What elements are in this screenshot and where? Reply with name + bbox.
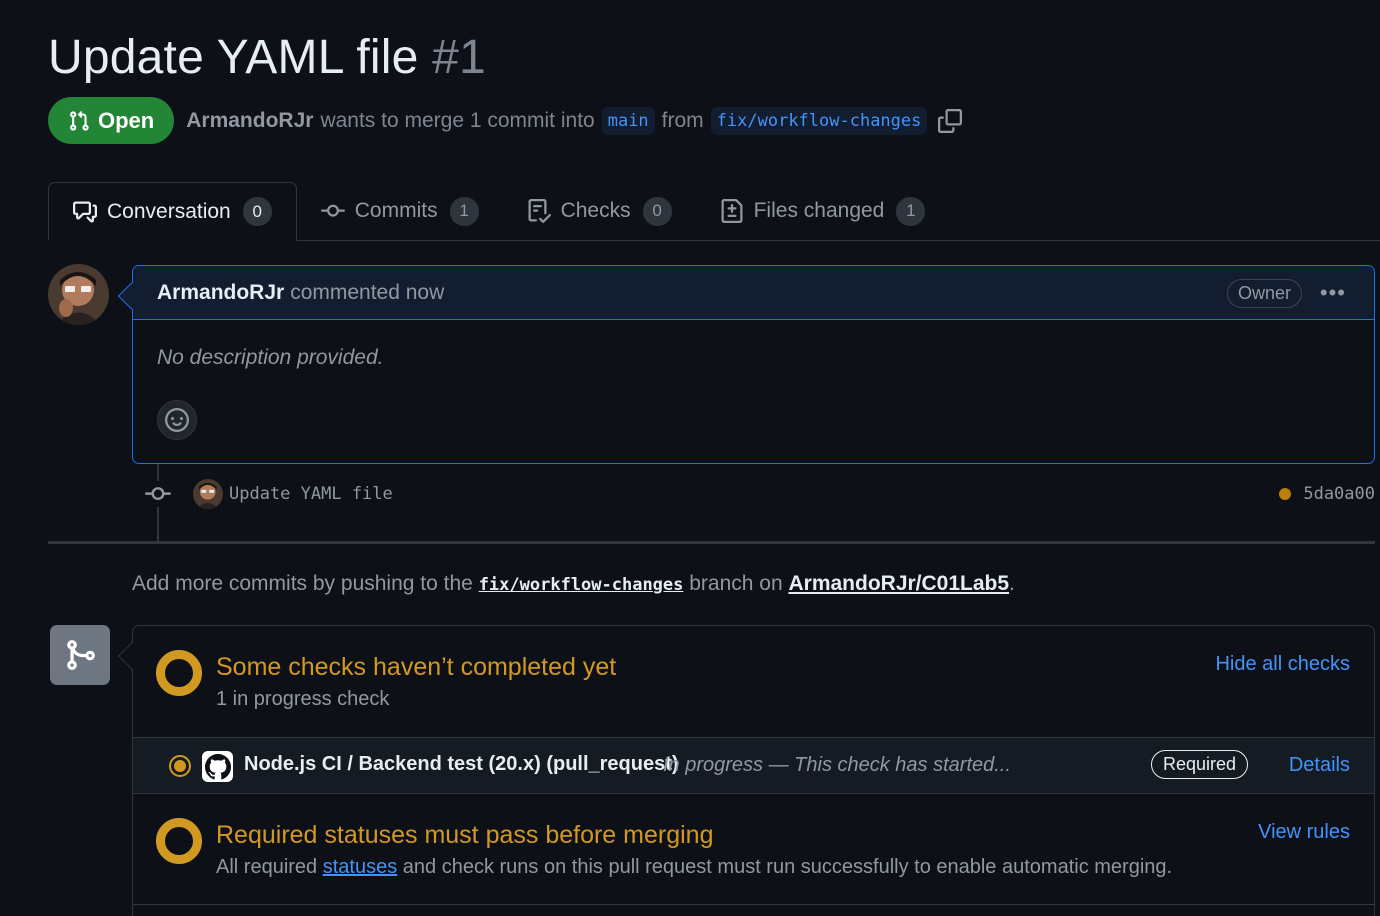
kebab-menu-icon[interactable]: ••• — [1320, 280, 1346, 306]
tab-commits[interactable]: Commits 1 — [297, 182, 503, 240]
pending-ring-icon — [156, 818, 202, 864]
tab-conversation[interactable]: Conversation 0 — [48, 182, 297, 241]
file-diff-icon — [721, 199, 743, 223]
push-hint: Add more commits by pushing to the fix/w… — [132, 572, 1015, 596]
tab-files-changed[interactable]: Files changed 1 — [696, 182, 950, 240]
check-details-link[interactable]: Details — [1289, 754, 1350, 777]
git-merge-icon — [67, 640, 95, 670]
tab-label: Checks — [560, 199, 631, 222]
comment-header: ArmandoRJr commented now Owner ••• — [133, 266, 1374, 320]
pr-author-link[interactable]: ArmandoRJr — [186, 109, 313, 133]
tab-counter: 1 — [896, 196, 926, 226]
pending-status-icon[interactable] — [1279, 488, 1292, 500]
pr-tabs: Conversation 0 Commits 1 Checks 0 Files … — [48, 182, 1380, 241]
tab-counter: 0 — [242, 197, 272, 226]
comment-author[interactable]: ArmandoRJr — [157, 281, 284, 305]
pr-description-comment: ArmandoRJr commented now Owner ••• No de… — [117, 265, 1375, 464]
merge-box: Some checks haven’t completed yet 1 in p… — [117, 625, 1375, 916]
in-progress-dot-icon — [169, 755, 191, 777]
timeline-divider — [48, 541, 1375, 544]
merge-summary: ArmandoRJr wants to merge 1 commit into … — [186, 106, 963, 135]
tab-counter: 1 — [449, 196, 479, 226]
pr-meta: Open ArmandoRJr wants to merge 1 commit … — [48, 97, 963, 144]
check-run-name: Node.js CI / Backend test (20.x) (pull_r… — [244, 753, 679, 775]
comment-discussion-icon — [73, 201, 97, 222]
check-run-row: Node.js CI / Backend test (20.x) (pull_r… — [133, 737, 1374, 794]
comment-body: No description provided. — [157, 346, 384, 369]
pr-title: Update YAML file #1 — [48, 30, 486, 85]
commit-status: 5da0a00 — [1279, 484, 1375, 504]
checks-title: Some checks haven’t completed yet — [216, 653, 617, 681]
comment-action: commented now — [290, 280, 445, 304]
base-branch[interactable]: main — [601, 106, 655, 135]
checks-subtitle: 1 in progress check — [216, 688, 390, 710]
pr-number: #1 — [432, 31, 486, 84]
git-pull-request-icon — [70, 110, 89, 131]
github-logo-icon — [202, 751, 233, 782]
tab-label: Files changed — [753, 199, 885, 222]
timeline-commit: Update YAML file 5da0a00 — [145, 476, 1375, 512]
required-statuses-desc-suffix: and check runs on this pull request must… — [402, 856, 1173, 878]
required-statuses-section: Required statuses must pass before mergi… — [133, 794, 1374, 904]
smiley-icon — [165, 408, 189, 432]
view-rules-link[interactable]: View rules — [1258, 821, 1350, 844]
checks-section: Some checks haven’t completed yet 1 in p… — [133, 626, 1374, 737]
push-hint-middle: branch on — [689, 572, 783, 595]
tab-counter: 0 — [642, 196, 672, 226]
push-hint-prefix: Add more commits by pushing to the — [132, 572, 473, 595]
repo-link[interactable]: ArmandoRJr/C01Lab5 — [788, 572, 1009, 595]
state-badge: Open — [48, 97, 175, 144]
hide-all-checks-link[interactable]: Hide all checks — [1215, 653, 1350, 676]
tab-label: Commits — [354, 199, 438, 222]
required-statuses-title: Required statuses must pass before mergi… — [216, 821, 714, 849]
head-branch[interactable]: fix/workflow-changes — [710, 106, 928, 135]
add-reaction-button[interactable] — [157, 400, 197, 440]
statuses-link[interactable]: statuses — [323, 856, 397, 878]
commit-message-link[interactable]: Update YAML file — [229, 484, 393, 504]
required-statuses-desc: All required statuses and check runs on … — [216, 856, 1172, 879]
from-text: from — [661, 108, 704, 132]
avatar[interactable] — [48, 264, 109, 325]
avatar[interactable] — [193, 479, 223, 509]
checklist-icon — [528, 199, 551, 223]
section-divider — [133, 904, 1374, 905]
check-run-status: In progress — This check has started... — [663, 754, 1011, 776]
push-hint-suffix: . — [1009, 572, 1015, 595]
pending-ring-icon — [156, 650, 202, 696]
merge-text: wants to merge 1 commit into — [320, 108, 595, 132]
pr-title-text: Update YAML file — [48, 31, 419, 84]
tab-checks[interactable]: Checks 0 — [503, 182, 696, 240]
required-statuses-desc-prefix: All required — [216, 856, 318, 878]
commit-sha-link[interactable]: 5da0a00 — [1303, 484, 1375, 504]
git-commit-icon — [145, 481, 171, 507]
push-hint-branch[interactable]: fix/workflow-changes — [479, 575, 684, 595]
state-label: Open — [98, 107, 155, 133]
required-badge: Required — [1151, 750, 1249, 779]
copy-icon[interactable] — [938, 108, 963, 133]
git-commit-icon — [320, 204, 345, 217]
merge-status-icon-box — [50, 625, 110, 685]
tab-label: Conversation — [107, 199, 231, 223]
owner-badge: Owner — [1226, 279, 1302, 308]
